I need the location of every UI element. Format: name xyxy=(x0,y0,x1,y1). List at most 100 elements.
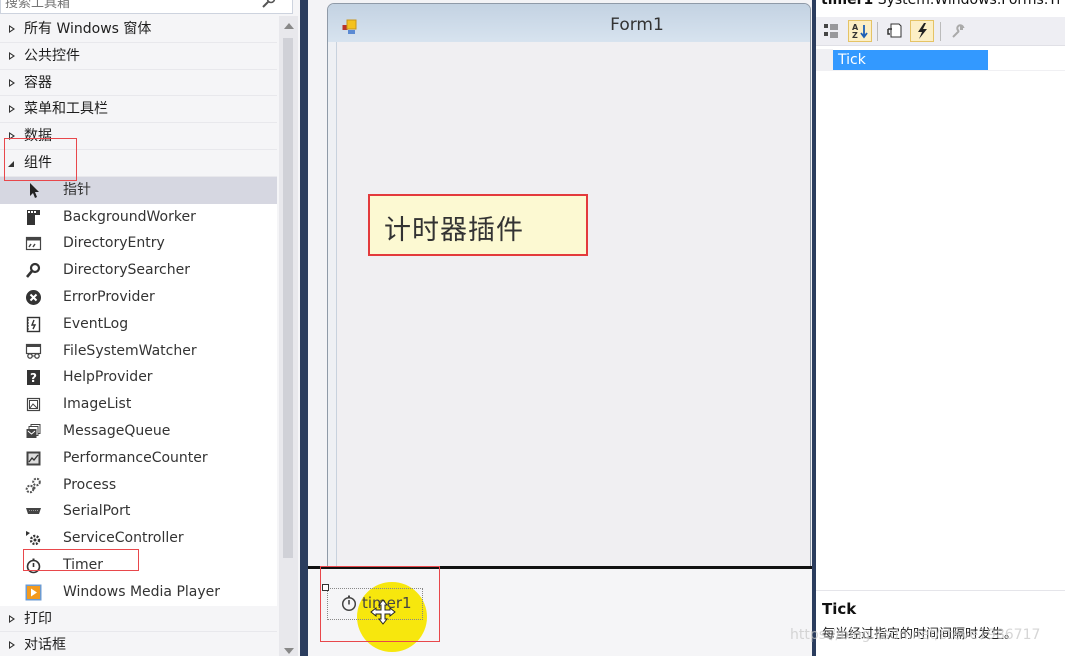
toolbox-item-errorprovider[interactable]: ErrorProvider xyxy=(0,283,277,311)
serial-port-icon xyxy=(25,503,42,520)
toolbox-category-data[interactable]: 数据 xyxy=(0,123,277,150)
item-label: Process xyxy=(63,476,117,493)
toolbox-category-menus-toolbars[interactable]: 菜单和工具栏 xyxy=(0,96,277,124)
item-label: HelpProvider xyxy=(63,369,153,386)
property-pages-icon xyxy=(952,24,965,38)
expand-arrow-icon[interactable] xyxy=(9,105,15,114)
toolbox-item-servicecontroller[interactable]: ServiceController xyxy=(0,525,277,552)
toolbox-search-box[interactable] xyxy=(0,0,293,14)
property-pages-button[interactable] xyxy=(946,20,970,42)
item-label: Windows Media Player xyxy=(63,583,221,600)
toolbox-item-messagequeue[interactable]: MessageQueue xyxy=(0,417,277,445)
expand-arrow-icon[interactable] xyxy=(9,25,15,33)
toolbox-item-performancecounter[interactable]: PerformanceCounter xyxy=(0,444,277,472)
alphabetical-button[interactable]: AZ xyxy=(848,20,872,42)
callout-label: 计时器插件 xyxy=(368,194,588,256)
form1-client-area[interactable] xyxy=(336,42,810,566)
events-icon xyxy=(918,23,927,39)
expand-arrow-icon[interactable] xyxy=(9,132,15,141)
toolbox-scrollbar[interactable] xyxy=(279,16,298,656)
scroll-down-arrow-icon[interactable] xyxy=(284,648,294,654)
toolbox-panel: 所有 Windows 窗体 公共控件 容器 菜单和工具栏 数据 组件 指针 Ba… xyxy=(0,0,300,656)
description-pane: Tick 每当经过指定的时间间隔时发生。 xyxy=(816,590,1065,656)
event-grid: Tick xyxy=(816,47,1065,587)
expand-arrow-icon[interactable] xyxy=(9,614,15,623)
item-label: FileSystemWatcher xyxy=(63,342,197,359)
component-tray[interactable]: timer1 xyxy=(308,566,812,656)
category-label: 数据 xyxy=(24,128,52,145)
item-label: ServiceController xyxy=(63,530,184,547)
category-label: 组件 xyxy=(24,154,52,171)
scrollbar-thumb[interactable] xyxy=(283,38,293,558)
pointer-icon xyxy=(25,182,42,199)
process-icon xyxy=(25,477,42,494)
toolbox-item-filesystemwatcher[interactable]: FileSystemWatcher xyxy=(0,337,277,365)
form-designer: Form1 计时器插件 timer1 xyxy=(308,0,812,656)
toolbox-category-printing[interactable]: 打印 xyxy=(0,605,277,633)
media-player-icon xyxy=(25,584,42,601)
toolbox-item-windows-media-player[interactable]: Windows Media Player xyxy=(0,578,277,606)
timer-icon xyxy=(25,557,42,574)
category-label: 对话框 xyxy=(24,637,66,654)
toolbox-item-process[interactable]: Process xyxy=(0,471,277,499)
help-provider-icon: ? xyxy=(25,369,42,386)
category-label: 所有 Windows 窗体 xyxy=(24,21,152,37)
toolbox-item-pointer[interactable]: 指针 xyxy=(0,176,277,204)
expand-arrow-icon[interactable] xyxy=(9,78,15,87)
object-type: System.Windows.Forms.Ti xyxy=(877,0,1061,8)
row-gutter xyxy=(816,49,833,71)
directory-searcher-icon xyxy=(25,262,42,279)
categorized-button[interactable] xyxy=(819,20,843,42)
event-row-tick[interactable]: Tick xyxy=(816,49,1065,71)
event-name-tick[interactable]: Tick xyxy=(833,50,988,70)
toolbox-search-input[interactable] xyxy=(1,0,251,14)
toolbox-category-dialogs[interactable]: 对话框 xyxy=(0,632,277,656)
item-label: ErrorProvider xyxy=(63,288,155,305)
toolbox-item-eventlog[interactable]: EventLog xyxy=(0,310,277,338)
object-name: timer1 xyxy=(821,0,874,8)
toolbox-list: 所有 Windows 窗体 公共控件 容器 菜单和工具栏 数据 组件 指针 Ba… xyxy=(0,16,277,656)
toolbox-item-serialport[interactable]: SerialPort xyxy=(0,498,277,526)
toolbox-category-common-controls[interactable]: 公共控件 xyxy=(0,42,277,70)
file-system-watcher-icon xyxy=(25,343,42,360)
form1-title: Form1 xyxy=(610,15,664,35)
item-label: SerialPort xyxy=(63,503,131,520)
properties-object-selector[interactable]: timer1 System.Windows.Forms.Ti xyxy=(821,0,1060,8)
item-label: DirectorySearcher xyxy=(63,262,190,279)
directory-entry-icon xyxy=(25,235,42,252)
item-label: Timer xyxy=(63,556,104,573)
properties-button[interactable] xyxy=(882,20,906,42)
collapse-arrow-icon[interactable] xyxy=(8,160,14,167)
selection-handle[interactable] xyxy=(322,584,329,591)
scroll-up-arrow-icon[interactable] xyxy=(284,23,294,29)
form1-titlebar[interactable]: Form1 xyxy=(328,4,810,42)
timer-icon xyxy=(341,595,357,612)
item-label: ImageList xyxy=(63,396,132,413)
svg-text:Z: Z xyxy=(852,31,858,40)
form1-window[interactable]: Form1 xyxy=(327,3,811,567)
message-queue-icon xyxy=(25,423,42,440)
toolbox-item-backgroundworker[interactable]: BackgroundWorker xyxy=(0,203,277,231)
expand-arrow-icon[interactable] xyxy=(9,51,15,60)
toolbox-item-directorysearcher[interactable]: DirectorySearcher xyxy=(0,257,277,284)
toolbox-item-timer[interactable]: Timer xyxy=(0,551,277,579)
toolbox-category-components[interactable]: 组件 xyxy=(0,149,277,177)
expand-arrow-icon[interactable] xyxy=(9,641,15,650)
toolbox-item-imagelist[interactable]: ImageList xyxy=(0,391,277,418)
visual-studio-window: 所有 Windows 窗体 公共控件 容器 菜单和工具栏 数据 组件 指针 Ba… xyxy=(0,0,1065,656)
image-list-icon xyxy=(25,396,42,413)
item-label: DirectoryEntry xyxy=(63,235,165,252)
item-label: PerformanceCounter xyxy=(63,449,208,466)
toolbox-item-helpprovider[interactable]: ? HelpProvider xyxy=(0,364,277,392)
toolbox-item-directoryentry[interactable]: DirectoryEntry xyxy=(0,230,277,258)
callout-text: 计时器插件 xyxy=(384,215,524,246)
toolbox-category-containers[interactable]: 容器 xyxy=(0,69,277,97)
toolbox-category-all-windows-forms[interactable]: 所有 Windows 窗体 xyxy=(0,16,277,43)
description-title: Tick xyxy=(822,600,857,618)
search-icon[interactable] xyxy=(262,0,276,8)
events-button[interactable] xyxy=(910,20,934,42)
svg-text:?: ? xyxy=(30,371,37,385)
error-provider-icon xyxy=(25,289,42,306)
item-label: MessageQueue xyxy=(63,422,171,439)
properties-icon xyxy=(887,23,902,38)
